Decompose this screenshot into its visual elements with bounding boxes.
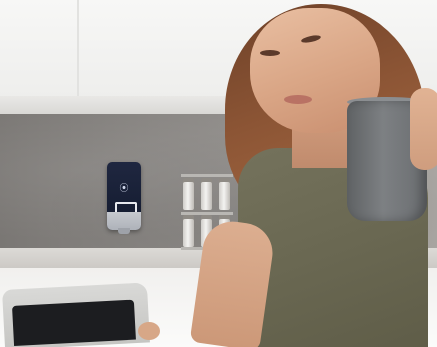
rack-bar-top (181, 174, 233, 177)
hand-holding-mug (410, 88, 437, 170)
device-nozzle (118, 228, 130, 234)
spice-jar (183, 182, 194, 210)
spice-jar (219, 182, 230, 210)
tablet-screen (12, 299, 136, 346)
cabinet-door-seam (77, 0, 79, 100)
lips (284, 95, 312, 104)
wireless-icon: ⦿ (119, 183, 129, 193)
left-eye (260, 50, 280, 56)
spice-jar (201, 182, 212, 210)
spice-jar (183, 219, 194, 247)
finger-touching-tablet (138, 322, 160, 340)
photo-scene: ⦿ (0, 0, 437, 347)
